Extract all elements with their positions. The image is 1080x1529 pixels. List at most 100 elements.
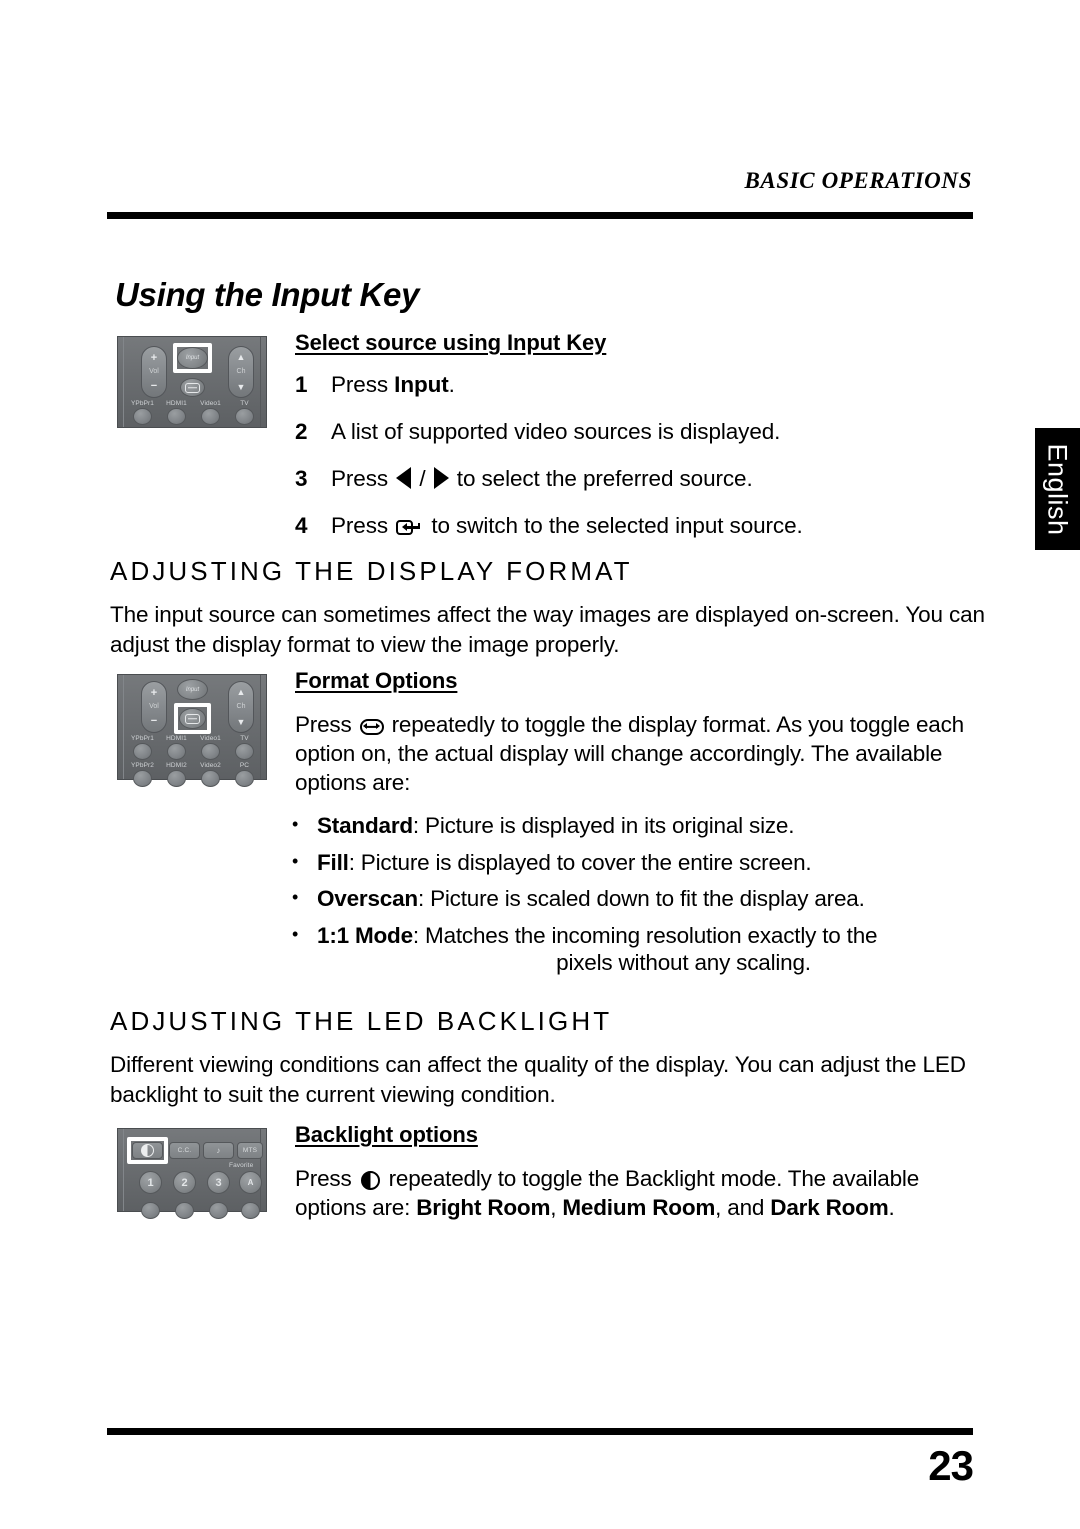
- channel-label: Ch: [236, 368, 246, 375]
- backlight-sep-1: ,: [550, 1195, 563, 1220]
- source-button-pc: [235, 770, 254, 787]
- step-3-pre: Press: [331, 466, 395, 491]
- section-heading-led-backlight: ADJUSTING THE LED BACKLIGHT: [110, 1006, 613, 1036]
- option-term-overscan: Overscan: [317, 886, 418, 911]
- led-backlight-intro: Different viewing conditions can affect …: [110, 1052, 966, 1107]
- format-options-subhead: Format Options: [295, 668, 458, 693]
- audio-icon: ♪: [216, 1146, 221, 1155]
- section-heading-display-format: ADJUSTING THE DISPLAY FORMAT: [110, 556, 633, 586]
- manual-page: BASIC OPERATIONS English Using the Input…: [0, 0, 1080, 1529]
- input-button: Input: [177, 679, 208, 700]
- language-tab-label: English: [1043, 442, 1073, 536]
- list-item: 1:1 Mode: Matches the incoming resolutio…: [290, 921, 990, 976]
- arrow-separator: /: [413, 466, 432, 491]
- input-button-label: Input: [185, 686, 200, 693]
- format-button-highlight: [174, 703, 211, 734]
- step-1-bold: Input: [394, 372, 449, 397]
- source-label-tv: TV: [240, 735, 249, 742]
- language-tab: English: [1035, 428, 1080, 550]
- backlight-option-medium: Medium Room: [562, 1195, 716, 1220]
- step-3: 3 Press / to select the preferred source…: [295, 466, 985, 492]
- favorite-button-a: A: [239, 1171, 262, 1194]
- backlight-options-subhead: Backlight options: [295, 1122, 478, 1147]
- channel-rocker: ▲ Ch ▼: [228, 681, 254, 733]
- number-button-2: 2: [173, 1171, 196, 1194]
- volume-up-label: +: [150, 687, 158, 699]
- option-term-one-to-one: 1:1 Mode: [317, 922, 413, 948]
- option-desc-one-to-one: : Matches the incoming resolution exactl…: [412, 922, 878, 948]
- volume-down-label: −: [150, 380, 158, 392]
- left-arrow-icon: [396, 467, 412, 489]
- format-paragraph-post: repeatedly to toggle the display format.…: [295, 712, 964, 795]
- audio-button: ♪: [203, 1142, 234, 1159]
- option-desc-overscan: : Picture is scaled down to fit the disp…: [417, 886, 865, 911]
- number-button-1: 1: [139, 1171, 162, 1194]
- number-1-label: 1: [147, 1176, 154, 1189]
- step-1: 1 Press Input.: [295, 372, 985, 398]
- backlight-end: .: [888, 1195, 895, 1220]
- option-term-fill: Fill: [317, 849, 349, 875]
- number-3-label: 3: [215, 1176, 222, 1189]
- source-button-ypbpr1: [133, 408, 152, 425]
- input-button-highlight: [173, 343, 212, 373]
- bottom-button-2: [175, 1202, 194, 1219]
- format-key-icon: [185, 382, 200, 393]
- footer-rule: [107, 1428, 973, 1435]
- display-format-intro: The input source can sometimes affect th…: [110, 602, 985, 657]
- step-4-pre: Press: [331, 513, 395, 538]
- remote-illustration-backlight: C.C. ♪ MTS Favorite 1 2 3 A: [117, 1128, 267, 1219]
- source-label-hdmi1: HDMI1: [166, 735, 187, 742]
- source-button-ypbpr1: [133, 743, 152, 760]
- backlight-option-bright: Bright Room: [416, 1195, 551, 1220]
- source-label-tv: TV: [240, 400, 249, 407]
- source-label-video1: Video1: [200, 735, 221, 742]
- channel-rocker: ▲ Ch ▼: [228, 346, 254, 398]
- backlight-options-text: Backlight options Press repeatedly to to…: [295, 1122, 975, 1222]
- volume-rocker: + Vol −: [141, 681, 167, 733]
- source-button-hdmi1: [167, 743, 186, 760]
- step-4: 4 Press to switch to the selected input …: [295, 513, 985, 539]
- source-label-hdmi1: HDMI1: [166, 400, 187, 407]
- step-2-text: A list of supported video sources is dis…: [331, 419, 781, 444]
- header-rule: [107, 212, 973, 219]
- format-options-text: Format Options Press repeatedly to toggl…: [295, 668, 975, 797]
- bottom-button-4: [241, 1202, 260, 1219]
- source-button-video1: [201, 408, 220, 425]
- option-desc-fill: : Picture is displayed to cover the enti…: [348, 849, 812, 875]
- bottom-button-3: [209, 1202, 228, 1219]
- volume-down-label: −: [150, 715, 158, 727]
- source-label-ypbpr2: YPbPr2: [130, 762, 154, 769]
- closed-caption-label: C.C.: [177, 1147, 192, 1154]
- source-button-hdmi2: [167, 770, 186, 787]
- mts-label: MTS: [242, 1147, 258, 1154]
- option-desc-one-to-one-cont: pixels without any scaling.: [556, 949, 811, 975]
- backlight-paragraph-pre: Press: [295, 1166, 358, 1191]
- channel-up-label: ▲: [236, 687, 246, 697]
- source-label-ypbpr1: YPbPr1: [130, 400, 154, 407]
- format-button: [180, 378, 205, 397]
- backlight-key-icon: [360, 1171, 380, 1190]
- format-paragraph-pre: Press: [295, 712, 358, 737]
- running-head: BASIC OPERATIONS: [744, 168, 972, 193]
- channel-down-label: ▼: [236, 382, 246, 392]
- channel-down-label: ▼: [236, 717, 246, 727]
- source-button-tv: [235, 408, 254, 425]
- source-label-hdmi2: HDMI2: [166, 762, 187, 769]
- format-options-paragraph: Press repeatedly to toggle the display f…: [295, 710, 975, 797]
- volume-up-label: +: [150, 352, 158, 364]
- source-label-pc: PC: [239, 762, 250, 769]
- backlight-option-dark: Dark Room: [770, 1195, 889, 1220]
- step-3-post: to select the preferred source.: [450, 466, 753, 491]
- enter-key-icon: [396, 520, 422, 535]
- list-item: Fill: Picture is displayed to cover the …: [290, 848, 990, 876]
- source-label-video1: Video1: [200, 400, 221, 407]
- step-2: 2 A list of supported video sources is d…: [295, 419, 985, 445]
- source-button-video2: [201, 770, 220, 787]
- volume-label: Vol: [149, 703, 159, 710]
- backlight-sep-2: , and: [715, 1195, 771, 1220]
- step-1-number: 1: [295, 372, 308, 397]
- list-item: Overscan: Picture is scaled down to fit …: [290, 884, 990, 912]
- source-button-hdmi1: [167, 408, 186, 425]
- source-label-ypbpr1: YPbPr1: [130, 735, 154, 742]
- mts-button: MTS: [237, 1142, 263, 1159]
